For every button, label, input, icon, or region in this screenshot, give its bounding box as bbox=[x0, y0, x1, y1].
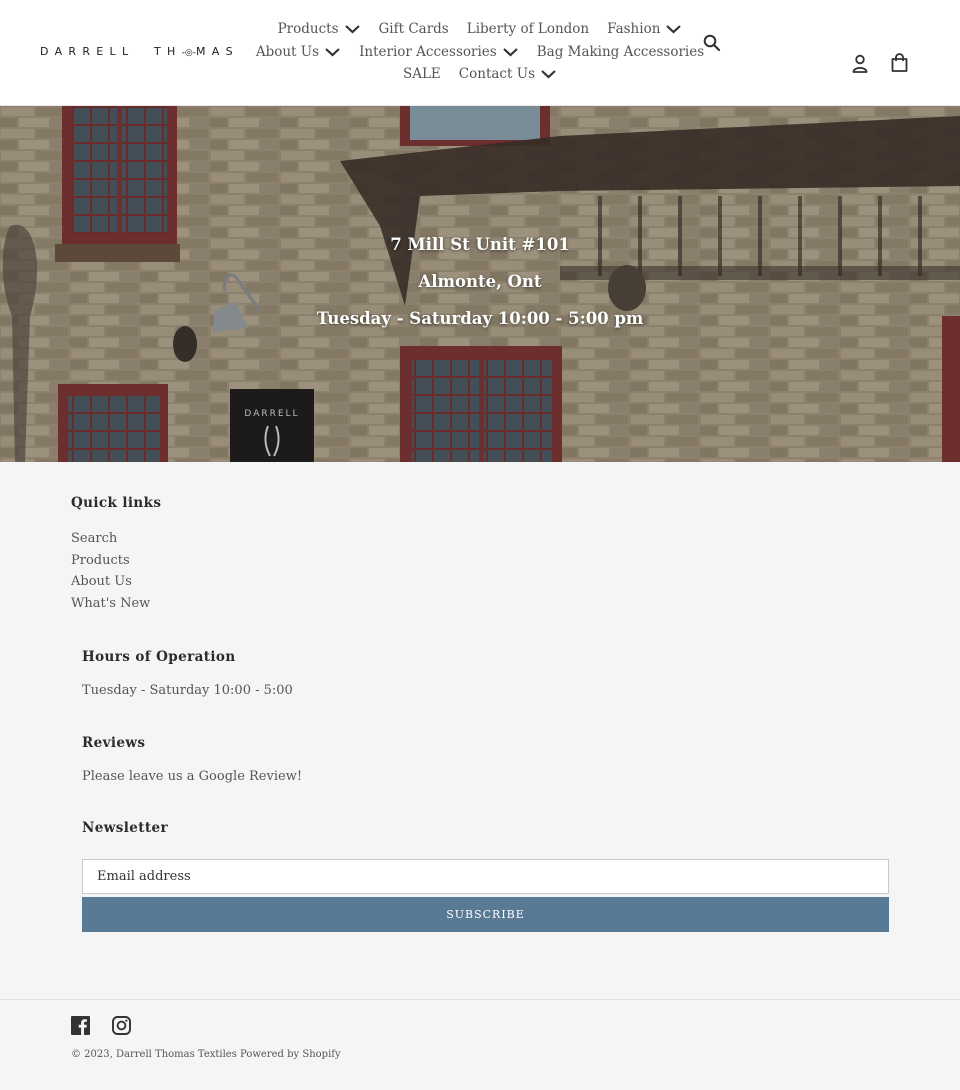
chevron-down-icon bbox=[502, 46, 519, 58]
nav-item-about-us[interactable]: About Us bbox=[256, 41, 341, 64]
quick-links-list: Search Products About Us What's New bbox=[71, 528, 161, 615]
chevron-down-icon bbox=[540, 68, 557, 80]
hero-hours: Tuesday - Saturday 10:00 - 5:00 pm bbox=[316, 309, 644, 328]
nav-item-contact-us[interactable]: Contact Us bbox=[459, 63, 557, 86]
nav-row-3: SALE Contact Us bbox=[262, 63, 698, 86]
logo-word-darrell: DARRELL bbox=[40, 45, 135, 58]
logo[interactable]: DARRELL TH-◎-MAS bbox=[40, 45, 239, 58]
nav-label: Gift Cards bbox=[378, 21, 449, 37]
nav-label: SALE bbox=[402, 66, 441, 82]
quick-link-search[interactable]: Search bbox=[71, 531, 117, 546]
quick-link-item: What's New bbox=[71, 593, 161, 615]
newsletter-block: Newsletter bbox=[82, 820, 168, 836]
logo-thomas-part1: TH bbox=[154, 45, 182, 58]
chevron-down-icon bbox=[344, 23, 361, 35]
nav-item-sale[interactable]: SALE bbox=[403, 63, 441, 86]
footer-divider bbox=[0, 999, 960, 1000]
logo-thomas-part2: MAS bbox=[195, 45, 239, 58]
reviews-heading: Reviews bbox=[82, 735, 146, 751]
hero-address: 7 Mill St Unit #101 bbox=[390, 235, 570, 254]
hero-text: 7 Mill St Unit #101 Almonte, Ont Tuesday… bbox=[0, 226, 960, 337]
nav-row-1: Products Gift Cards Liberty of London Fa… bbox=[262, 18, 698, 41]
hours-heading: Hours of Operation bbox=[82, 649, 236, 665]
reviews-block: Reviews Please leave us a Google Review! bbox=[82, 735, 302, 784]
nav-label: Products bbox=[277, 21, 339, 37]
quick-links-heading: Quick links bbox=[71, 495, 162, 511]
quick-link-about-us[interactable]: About Us bbox=[71, 574, 132, 589]
chevron-down-icon bbox=[324, 46, 341, 58]
nav-label: Bag Making Accessories bbox=[536, 43, 705, 60]
quick-link-products[interactable]: Products bbox=[71, 553, 130, 568]
reviews-text: Please leave us a Google Review! bbox=[82, 769, 303, 784]
nav-row-2: About Us Interior Accessories Bag Making… bbox=[256, 41, 704, 64]
nav-item-fashion[interactable]: Fashion bbox=[607, 18, 682, 41]
social-links bbox=[71, 1016, 131, 1035]
quick-link-item: About Us bbox=[71, 571, 161, 593]
chevron-down-icon bbox=[665, 23, 682, 35]
logo-word-thomas: TH-◎-MAS bbox=[154, 45, 239, 58]
nav-label: Liberty of London bbox=[466, 21, 590, 37]
copyright-prefix: © 2023, bbox=[71, 1049, 113, 1060]
nav-label: Contact Us bbox=[458, 66, 536, 82]
nav-item-gift-cards[interactable]: Gift Cards bbox=[379, 18, 449, 41]
nav-label: Interior Accessories bbox=[359, 43, 497, 60]
logo-o-glyph: -◎- bbox=[181, 48, 196, 58]
copyright: © 2023, Darrell Thomas Textiles Powered … bbox=[71, 1049, 341, 1060]
nav-item-bag-making-accessories[interactable]: Bag Making Accessories bbox=[537, 41, 704, 64]
newsletter-heading: Newsletter bbox=[82, 820, 169, 836]
site-header: DARRELL TH-◎-MAS Products Gift Cards Lib… bbox=[0, 0, 960, 106]
quick-link-item: Products bbox=[71, 550, 161, 572]
nav-item-liberty-of-london[interactable]: Liberty of London bbox=[467, 18, 589, 41]
hours-text: Tuesday - Saturday 10:00 - 5:00 bbox=[82, 683, 293, 698]
instagram-icon[interactable] bbox=[112, 1016, 131, 1035]
main-nav: Products Gift Cards Liberty of London Fa… bbox=[256, 18, 704, 86]
powered-by-shopify-link[interactable]: Powered by Shopify bbox=[240, 1049, 341, 1060]
site-footer: Quick links Search Products About Us Wha… bbox=[0, 462, 960, 1090]
quick-link-item: Search bbox=[71, 528, 161, 550]
account-icon[interactable] bbox=[851, 54, 869, 74]
search-icon[interactable] bbox=[703, 34, 721, 52]
quick-link-whats-new[interactable]: What's New bbox=[71, 596, 150, 611]
nav-label: About Us bbox=[255, 43, 320, 60]
nav-label: Fashion bbox=[607, 21, 661, 37]
newsletter-email-input[interactable] bbox=[82, 859, 889, 894]
hero-city: Almonte, Ont bbox=[418, 272, 542, 291]
cart-icon[interactable] bbox=[890, 53, 909, 73]
quick-links: Quick links Search Products About Us Wha… bbox=[71, 495, 161, 615]
hero-banner: DARRELL 7 Mill St Unit #101 Almonte, Ont… bbox=[0, 106, 960, 462]
nav-item-interior-accessories[interactable]: Interior Accessories bbox=[359, 41, 519, 64]
facebook-icon[interactable] bbox=[71, 1016, 90, 1035]
store-name-link[interactable]: Darrell Thomas Textiles bbox=[116, 1049, 237, 1060]
hours-block: Hours of Operation Tuesday - Saturday 10… bbox=[82, 649, 293, 698]
subscribe-button[interactable]: SUBSCRIBE bbox=[82, 897, 889, 932]
nav-item-products[interactable]: Products bbox=[278, 18, 361, 41]
